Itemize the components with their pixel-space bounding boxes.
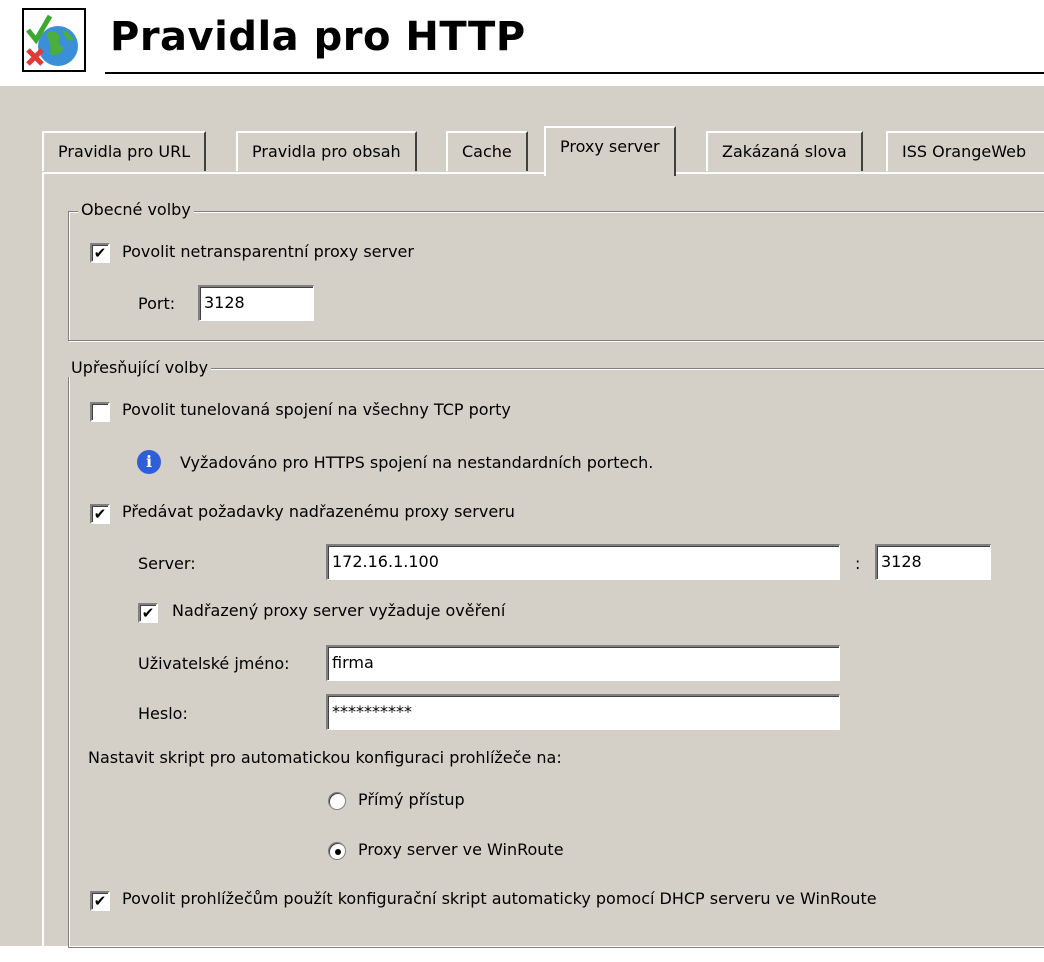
radio-winroute-proxy[interactable] [328, 842, 346, 860]
tab-proxy-server[interactable]: Proxy server [544, 126, 676, 176]
enable-proxy-checkbox[interactable]: ✔ [90, 243, 110, 263]
tab-cache[interactable]: Cache [446, 131, 528, 171]
username-input[interactable]: firma [326, 645, 840, 681]
port-label: Port: [138, 294, 176, 313]
forward-label: Předávat požadavky nadřazenému proxy ser… [122, 502, 515, 521]
page-title: Pravidla pro HTTP [110, 14, 526, 60]
tab-forbidden-words[interactable]: Zakázaná slova [706, 131, 863, 171]
info-text: Vyžadováno pro HTTPS spojení na nestanda… [180, 453, 654, 472]
tab-url-rules[interactable]: Pravidla pro URL [42, 131, 207, 171]
script-config-label: Nastavit skript pro automatickou konfigu… [88, 748, 562, 767]
globe-check-icon [22, 8, 86, 72]
tab-iss-orangeweb[interactable]: ISS OrangeWeb [886, 131, 1044, 171]
radio-direct-access-label: Přímý přístup [358, 790, 465, 809]
radio-selected-dot [335, 849, 341, 855]
tunnel-label: Povolit tunelovaná spojení na všechny TC… [122, 400, 511, 419]
server-input[interactable]: 172.16.1.100 [326, 544, 840, 580]
password-input[interactable]: ********** [326, 694, 840, 730]
radio-winroute-proxy-label: Proxy server ve WinRoute [358, 840, 564, 859]
info-icon: i [137, 450, 161, 474]
radio-direct-access[interactable] [328, 792, 346, 810]
auth-checkbox[interactable]: ✔ [138, 603, 158, 623]
tab-content-rules[interactable]: Pravidla pro obsah [236, 131, 417, 171]
password-label: Heslo: [138, 704, 188, 723]
port-input[interactable]: 3128 [198, 285, 314, 321]
title-divider [105, 72, 1044, 74]
tunnel-checkbox[interactable] [90, 402, 110, 422]
server-port-input[interactable]: 3128 [875, 544, 991, 580]
forward-checkbox[interactable]: ✔ [90, 504, 110, 524]
general-options-legend: Obecné volby [78, 200, 194, 219]
username-label: Uživatelské jméno: [138, 654, 290, 673]
server-port-separator: : [855, 554, 861, 573]
general-options-group [68, 211, 1044, 341]
dhcp-script-checkbox[interactable]: ✔ [90, 891, 110, 911]
dhcp-script-label: Povolit prohlížečům použít konfigurační … [122, 889, 877, 908]
auth-label: Nadřazený proxy server vyžaduje ověření [172, 601, 506, 620]
server-label: Server: [138, 554, 196, 573]
advanced-options-legend: Upřesňující volby [68, 358, 212, 377]
enable-proxy-label: Povolit netransparentní proxy server [122, 242, 414, 261]
